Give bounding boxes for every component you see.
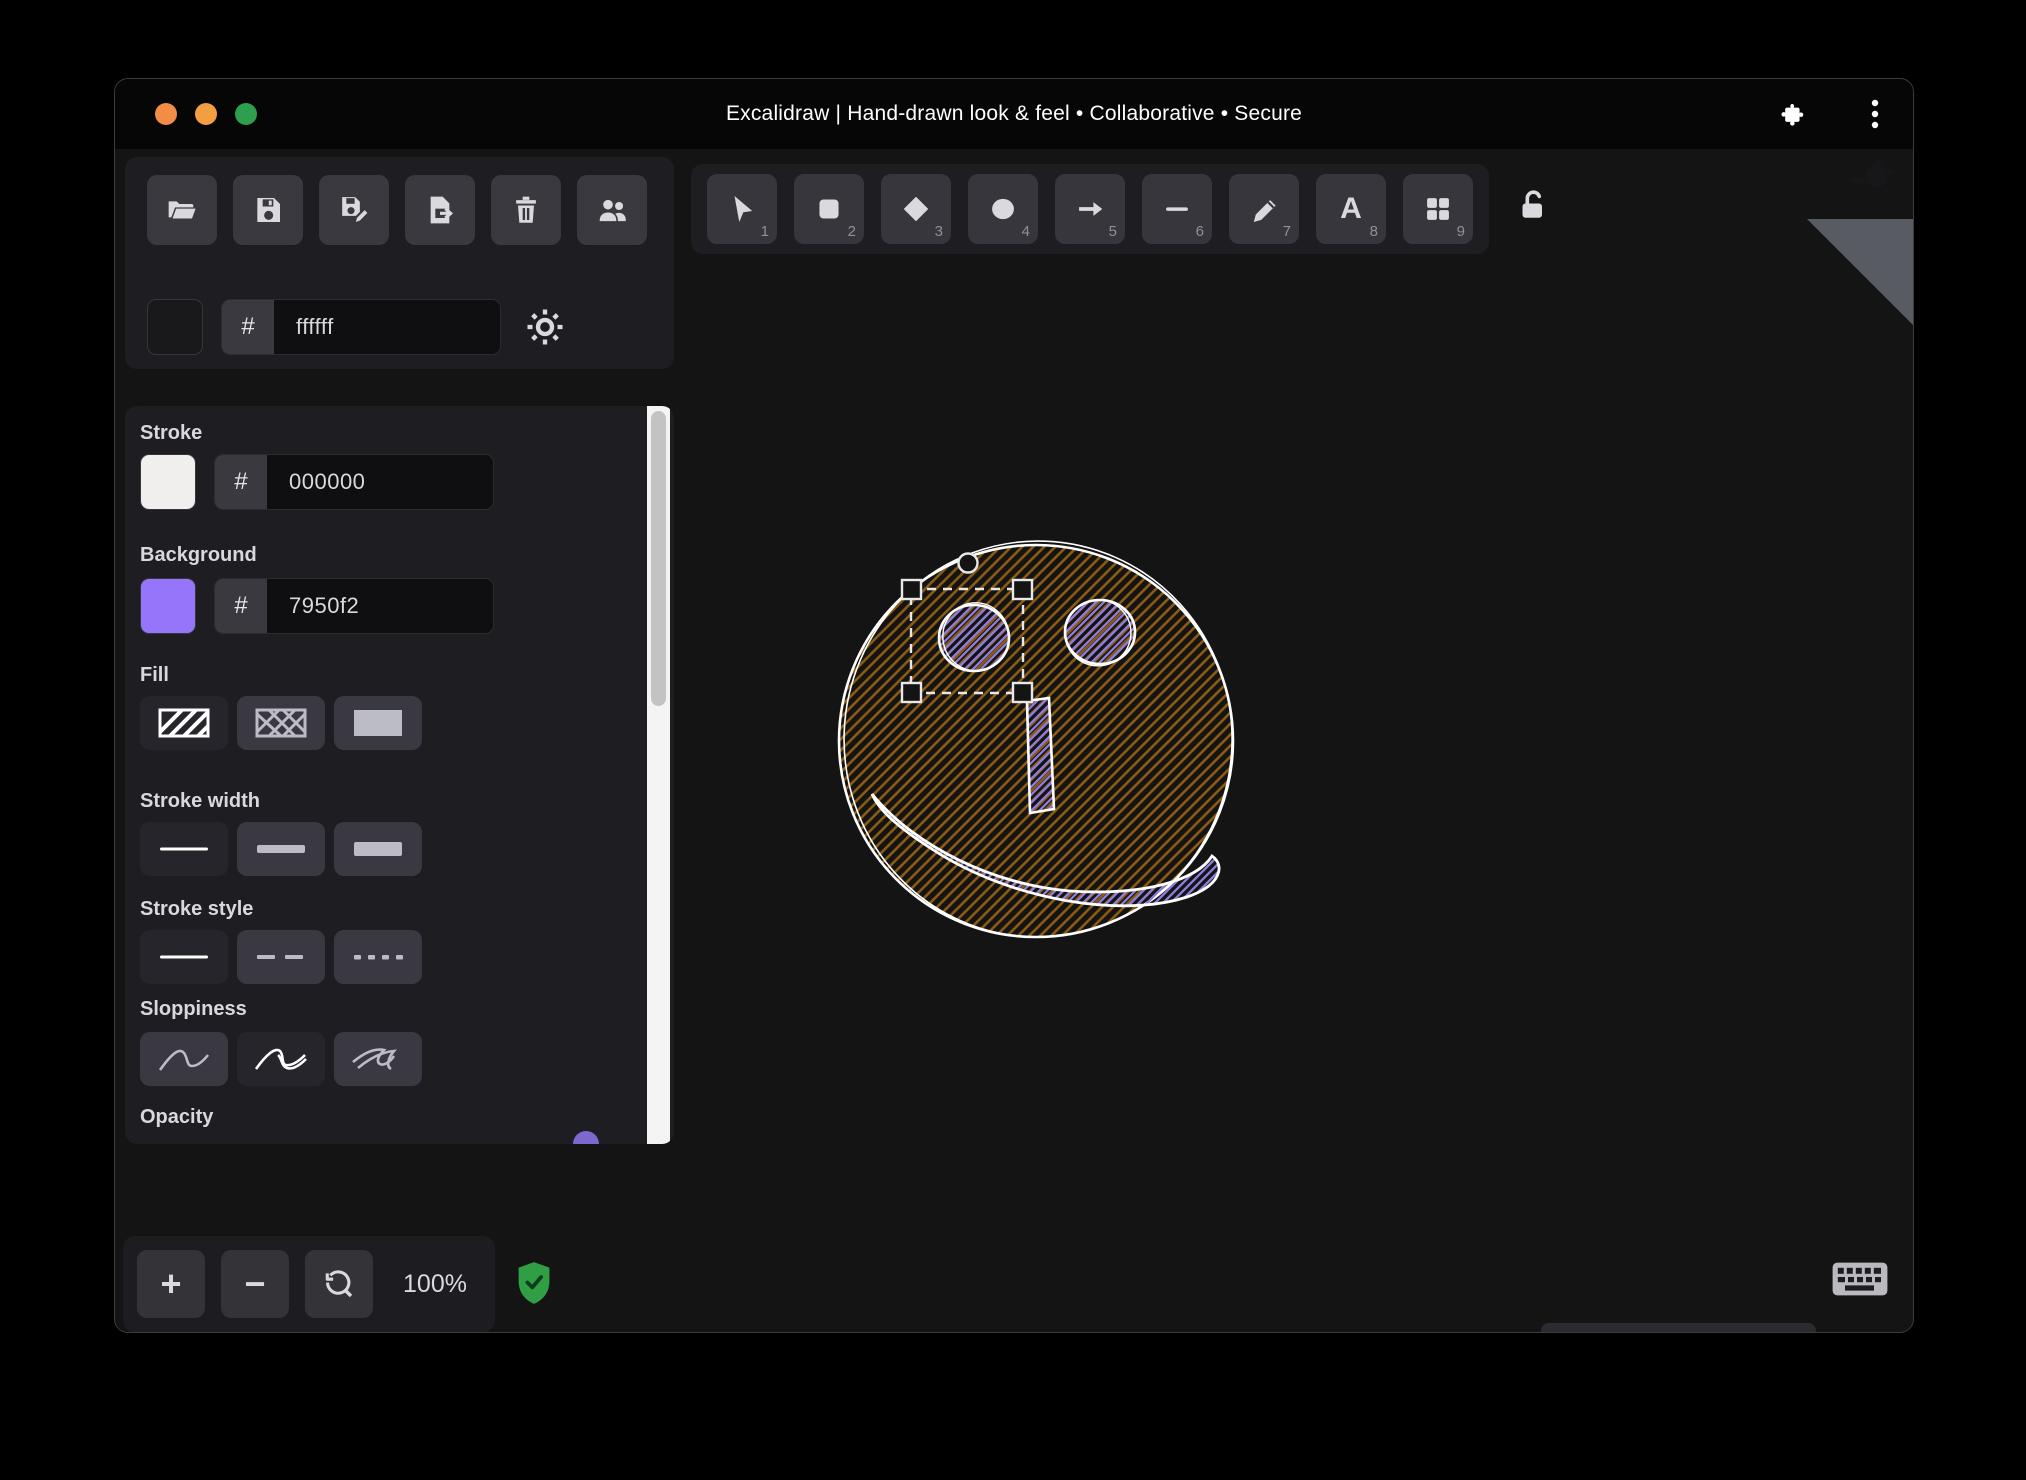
zoom-island: + − 100% bbox=[123, 1236, 495, 1332]
sloppiness-architect-button[interactable] bbox=[140, 1032, 228, 1086]
extension-puzzle-icon[interactable] bbox=[1781, 101, 1808, 128]
canvas-background-swatch[interactable] bbox=[147, 299, 203, 355]
save-as-button[interactable] bbox=[319, 175, 389, 245]
window-title: Excalidraw | Hand-drawn look & feel • Co… bbox=[115, 79, 1913, 149]
keyboard-shortcuts-icon[interactable] bbox=[1831, 1261, 1889, 1297]
clear-canvas-button[interactable] bbox=[491, 175, 561, 245]
canvas-background-hex-input[interactable]: # ffffff bbox=[221, 299, 501, 355]
save-button[interactable] bbox=[233, 175, 303, 245]
fill-label: Fill bbox=[140, 664, 169, 687]
tool-ellipse[interactable]: 4 bbox=[968, 174, 1038, 244]
selection-handle-sw bbox=[902, 683, 921, 702]
panel-scrollbar-thumb[interactable] bbox=[651, 411, 666, 706]
background-hex-input[interactable]: # 7950f2 bbox=[214, 578, 494, 634]
stroke-width-extra-bold-button[interactable] bbox=[334, 822, 422, 876]
hex-hash-prefix: # bbox=[222, 300, 274, 354]
sloppiness-cartoonist-button[interactable] bbox=[334, 1032, 422, 1086]
fill-cross-hatch-button[interactable] bbox=[237, 696, 325, 750]
tool-library[interactable]: 9 bbox=[1403, 174, 1473, 244]
panel-scrollbar[interactable] bbox=[647, 406, 670, 1144]
tool-selection[interactable]: 1 bbox=[707, 174, 777, 244]
kebab-menu-icon[interactable] bbox=[1871, 99, 1879, 131]
stroke-label: Stroke bbox=[140, 422, 202, 445]
stroke-width-label: Stroke width bbox=[140, 790, 260, 813]
background-color-swatch[interactable] bbox=[140, 578, 196, 634]
stroke-style-dotted-button[interactable] bbox=[334, 930, 422, 984]
tool-text[interactable]: A 8 bbox=[1316, 174, 1386, 244]
sloppiness-artist-button[interactable] bbox=[237, 1032, 325, 1086]
sun-icon[interactable] bbox=[525, 307, 565, 347]
collaborators-button[interactable] bbox=[577, 175, 647, 245]
language-select[interactable]: English bbox=[1541, 1323, 1816, 1333]
smiley-nose bbox=[1027, 698, 1054, 813]
stroke-hex-value[interactable]: 000000 bbox=[267, 455, 493, 509]
app-content: # ffffff Stroke # 000000 Background # bbox=[115, 149, 1913, 1332]
tool-draw[interactable]: 7 bbox=[1229, 174, 1299, 244]
selection-handle-ne bbox=[1013, 580, 1032, 599]
stroke-style-dashed-button[interactable] bbox=[237, 930, 325, 984]
rotation-handle bbox=[959, 554, 978, 573]
hex-hash-prefix: # bbox=[215, 579, 267, 633]
selection-handle-nw bbox=[902, 580, 921, 599]
open-button[interactable] bbox=[147, 175, 217, 245]
reset-zoom-button[interactable] bbox=[305, 1250, 373, 1318]
hex-hash-prefix: # bbox=[215, 455, 267, 509]
encrypted-shield-icon bbox=[516, 1261, 552, 1305]
background-hex-value[interactable]: 7950f2 bbox=[267, 579, 493, 633]
tool-rectangle[interactable]: 2 bbox=[794, 174, 864, 244]
titlebar: Excalidraw | Hand-drawn look & feel • Co… bbox=[115, 79, 1913, 150]
text-tool-glyph: A bbox=[1340, 194, 1362, 224]
file-actions-island: # ffffff bbox=[125, 157, 674, 369]
lock-icon[interactable] bbox=[1515, 187, 1551, 223]
export-button[interactable] bbox=[405, 175, 475, 245]
stroke-width-bold-button[interactable] bbox=[237, 822, 325, 876]
opacity-slider-thumb[interactable] bbox=[573, 1131, 599, 1144]
app-window: Excalidraw | Hand-drawn look & feel • Co… bbox=[114, 78, 1914, 1333]
stroke-style-label: Stroke style bbox=[140, 898, 253, 921]
canvas-background-hex-value[interactable]: ffffff bbox=[274, 300, 500, 354]
tool-line[interactable]: 6 bbox=[1142, 174, 1212, 244]
zoom-in-button[interactable]: + bbox=[137, 1250, 205, 1318]
stroke-color-swatch[interactable] bbox=[140, 454, 196, 510]
fill-hachure-button[interactable] bbox=[140, 696, 228, 750]
stroke-width-thin-button[interactable] bbox=[140, 822, 228, 876]
background-label: Background bbox=[140, 544, 257, 567]
zoom-level[interactable]: 100% bbox=[381, 1236, 489, 1332]
sloppiness-label: Sloppiness bbox=[140, 998, 247, 1021]
properties-panel: Stroke # 000000 Background # 7950f2 Fill bbox=[125, 406, 674, 1144]
fill-solid-button[interactable] bbox=[334, 696, 422, 750]
stroke-hex-input[interactable]: # 000000 bbox=[214, 454, 494, 510]
selection-handle-se bbox=[1013, 683, 1032, 702]
opacity-label: Opacity bbox=[140, 1106, 213, 1129]
tool-arrow[interactable]: 5 bbox=[1055, 174, 1125, 244]
tool-diamond[interactable]: 3 bbox=[881, 174, 951, 244]
shape-toolbar-island: 1 2 3 4 5 6 7 bbox=[691, 164, 1489, 254]
zoom-out-button[interactable]: − bbox=[221, 1250, 289, 1318]
stroke-style-solid-button[interactable] bbox=[140, 930, 228, 984]
